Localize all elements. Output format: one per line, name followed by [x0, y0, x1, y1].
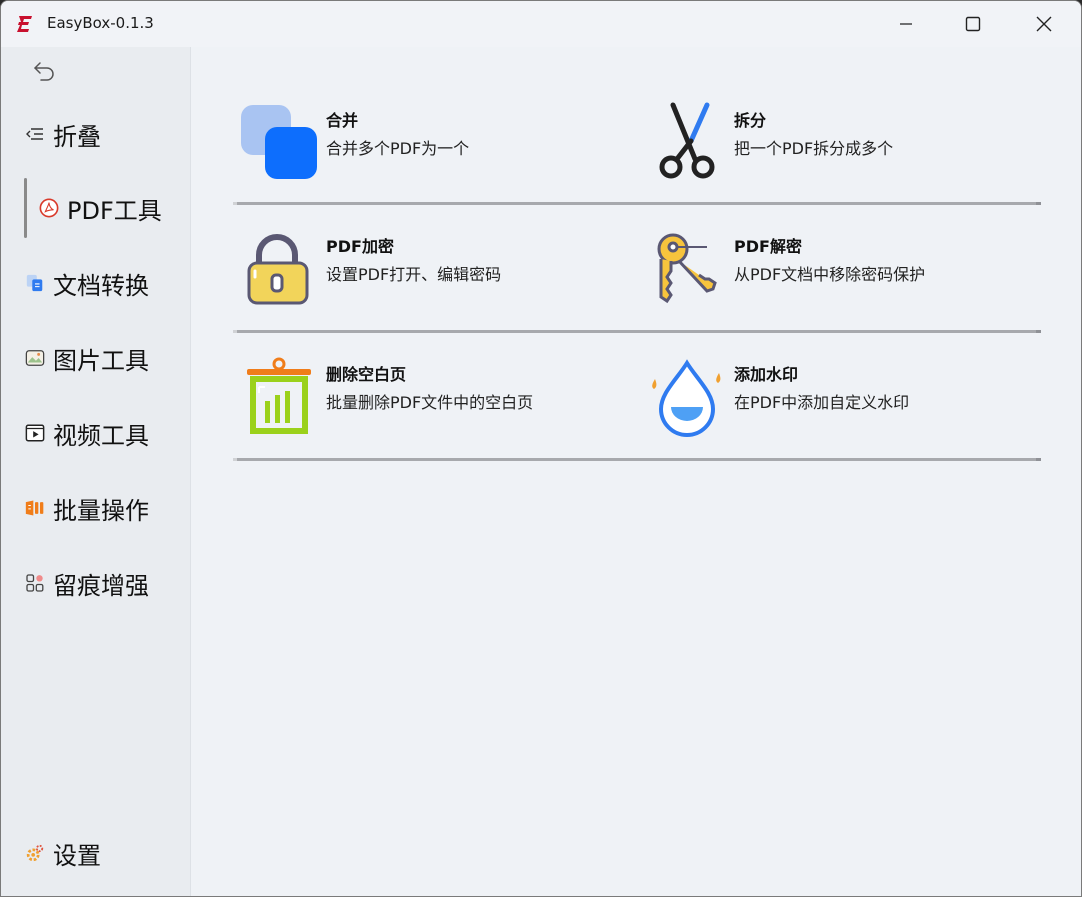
- batch-icon: [25, 498, 45, 518]
- maximize-button[interactable]: [938, 1, 1008, 47]
- tool-card-watermark[interactable]: 添加水印 在PDF中添加自定义水印: [647, 357, 1027, 441]
- key-icon: [657, 233, 717, 304]
- sidebar-item-label: 折叠: [53, 122, 101, 151]
- pdf-icon: [39, 198, 59, 218]
- sidebar-item-label: 批量操作: [53, 496, 149, 525]
- sidebar-item-label: PDF工具: [67, 196, 162, 225]
- tool-card-delete-blank[interactable]: 删除空白页 批量删除PDF文件中的空白页: [239, 357, 619, 441]
- tool-description: 在PDF中添加自定义水印: [734, 393, 910, 412]
- image-icon: [25, 348, 45, 368]
- tool-title: 删除空白页: [326, 365, 407, 384]
- sidebar-item-doc-convert[interactable]: 文档转换: [11, 255, 181, 311]
- window-title: EasyBox-0.1.3: [47, 14, 154, 32]
- app-window: EasyBox-0.1.3 折叠 PDF工具 文档转换 图片工具 视频工具 批量…: [0, 0, 1082, 897]
- tool-description: 把一个PDF拆分成多个: [734, 139, 894, 158]
- maximize-icon: [965, 16, 981, 32]
- collapse-icon: [25, 124, 45, 144]
- tool-card-encrypt[interactable]: PDF加密 设置PDF打开、编辑密码: [239, 229, 619, 313]
- main-content: 合并 合并多个PDF为一个 拆分 把一个PDF拆分成多个 PDF加密 设置PDF…: [191, 47, 1081, 896]
- tool-description: 合并多个PDF为一个: [326, 139, 470, 158]
- sidebar-item-video-tools[interactable]: 视频工具: [11, 405, 181, 461]
- sidebar-item-collapse[interactable]: 折叠: [11, 106, 181, 162]
- sidebar-item-label: 留痕增强: [53, 571, 149, 600]
- sidebar-item-label: 设置: [53, 841, 101, 870]
- tool-title: 拆分: [734, 111, 767, 130]
- sidebar-item-label: 视频工具: [53, 421, 149, 450]
- sidebar-item-batch[interactable]: 批量操作: [11, 480, 181, 536]
- trace-icon: [25, 573, 45, 593]
- tool-description: 设置PDF打开、编辑密码: [326, 265, 502, 284]
- sidebar: 折叠 PDF工具 文档转换 图片工具 视频工具 批量操作 留痕增强 设置: [1, 47, 191, 896]
- sidebar-item-label: 图片工具: [53, 346, 149, 375]
- tool-title: 合并: [326, 111, 359, 130]
- settings-icon: [25, 843, 45, 863]
- scissors-icon: [659, 102, 715, 179]
- back-arrow-icon[interactable]: [31, 59, 57, 83]
- tool-title: 添加水印: [734, 365, 799, 384]
- sidebar-item-trace[interactable]: 留痕增强: [11, 555, 181, 611]
- tool-title: PDF解密: [734, 237, 802, 256]
- minimize-button[interactable]: [871, 1, 941, 47]
- row-divider: [233, 458, 1041, 461]
- row-divider: [233, 330, 1041, 333]
- close-icon: [1036, 16, 1052, 32]
- sidebar-item-image-tools[interactable]: 图片工具: [11, 330, 181, 386]
- merge-icon: [241, 105, 317, 179]
- trash-icon: [247, 357, 311, 434]
- tool-card-decrypt[interactable]: PDF解密 从PDF文档中移除密码保护: [647, 229, 1027, 313]
- lock-icon: [247, 234, 309, 305]
- sidebar-item-settings[interactable]: 设置: [11, 825, 181, 881]
- sidebar-item-pdf-tools[interactable]: PDF工具: [11, 178, 181, 238]
- title-bar: EasyBox-0.1.3: [1, 1, 1081, 47]
- doc-convert-icon: [25, 273, 45, 293]
- tool-title: PDF加密: [326, 237, 394, 256]
- tool-card-merge[interactable]: 合并 合并多个PDF为一个: [239, 101, 619, 185]
- watermark-icon: [652, 359, 721, 437]
- active-indicator: [24, 178, 27, 238]
- close-button[interactable]: [1009, 1, 1079, 47]
- minimize-icon: [900, 23, 912, 25]
- video-icon: [25, 423, 45, 443]
- tool-card-split[interactable]: 拆分 把一个PDF拆分成多个: [647, 101, 1027, 185]
- row-divider: [233, 202, 1041, 205]
- app-logo-icon: [17, 16, 32, 32]
- tool-description: 批量删除PDF文件中的空白页: [326, 393, 534, 412]
- sidebar-item-label: 文档转换: [53, 271, 149, 300]
- tool-description: 从PDF文档中移除密码保护: [734, 265, 926, 284]
